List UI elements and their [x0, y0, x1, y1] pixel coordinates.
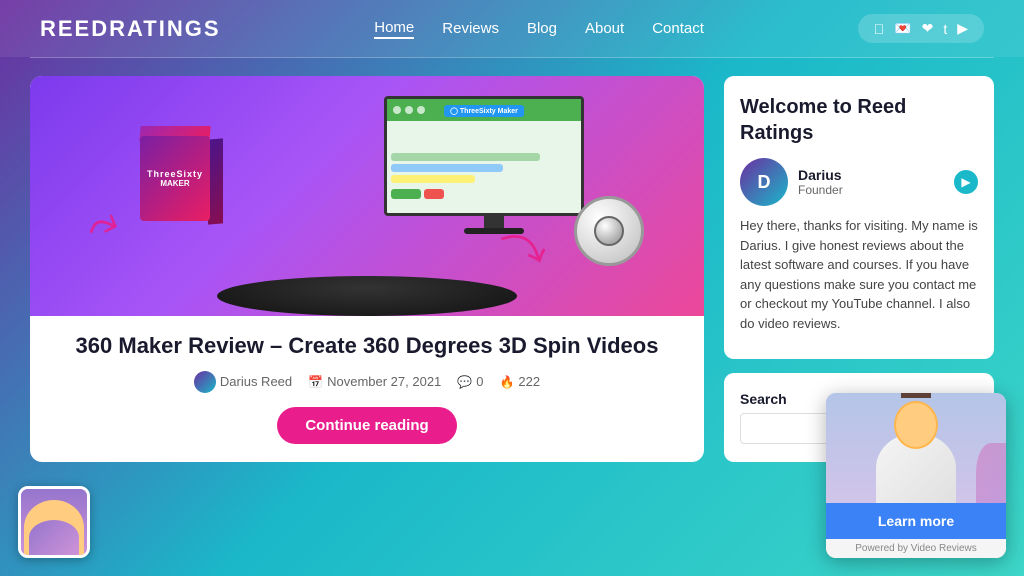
social-icons-bar:  💌 ❤ t ▶: [858, 14, 984, 43]
monitor-btn-green: [391, 189, 421, 199]
monitor-bar-2: [391, 164, 503, 172]
box-label: ThreeSixty MAKER: [147, 169, 203, 188]
monitor-stand: [484, 216, 504, 228]
pinterest-icon[interactable]: ❤: [922, 20, 934, 37]
logo-reed: ReedRatings: [40, 16, 221, 41]
article-meta: Darius Reed 📅 November 27, 2021 💬 0 🔥 22…: [52, 371, 682, 393]
author-badge: ▶: [954, 170, 978, 194]
nav-reviews[interactable]: Reviews: [442, 20, 499, 37]
video-thumbnail: [826, 393, 1006, 503]
comment-icon: 💬: [457, 375, 472, 389]
welcome-card: Welcome to Reed Ratings D Darius Founder…: [724, 76, 994, 359]
avatar-figure: [24, 500, 84, 555]
views-meta: 🔥 222: [499, 374, 540, 389]
box-front-face: ThreeSixty MAKER: [140, 136, 210, 221]
box-brand: ThreeSixty: [147, 169, 203, 179]
sidebar-description: Hey there, thanks for visiting. My name …: [740, 216, 978, 333]
box-side-face: [208, 138, 223, 224]
twitter-icon[interactable]: 💌: [894, 20, 911, 37]
product-box: ThreeSixty MAKER: [130, 126, 220, 226]
views-count: 222: [518, 374, 540, 389]
monitor-bar-1: [391, 153, 540, 161]
author-info: Darius Founder: [798, 167, 944, 197]
header: ReedRatings Home Reviews Blog About Cont…: [0, 0, 1024, 57]
monitor-bar-3: [391, 175, 475, 183]
monitor-base: [464, 228, 524, 234]
nav-contact[interactable]: Contact: [652, 20, 704, 37]
avatar-torso: [29, 520, 79, 555]
facebook-icon[interactable]: : [874, 21, 885, 37]
author-name-label: Darius: [798, 167, 944, 183]
comments-count: 0: [476, 374, 483, 389]
date-meta: 📅 November 27, 2021: [308, 374, 441, 389]
monitor-buttons: [391, 189, 577, 199]
author-name: Darius Reed: [220, 374, 292, 389]
person-head: [894, 401, 938, 449]
person-body: [876, 433, 956, 503]
author-meta: Darius Reed: [194, 371, 292, 393]
camera-sphere: [574, 196, 644, 266]
arrow-left-decoration: ⤶: [81, 197, 125, 259]
person-hair: [901, 393, 931, 398]
nav-about[interactable]: About: [585, 20, 624, 37]
author-role-label: Founder: [798, 183, 944, 197]
video-popup: Learn more Powered by Video Reviews: [826, 393, 1006, 558]
logo: ReedRatings: [40, 16, 221, 42]
box-product: MAKER: [147, 179, 203, 188]
learn-more-button[interactable]: Learn more: [826, 503, 1006, 539]
author-avatar: D: [740, 158, 788, 206]
welcome-title: Welcome to Reed Ratings: [740, 94, 978, 146]
article-image: ◯ ThreeSixty Maker: [30, 76, 704, 316]
article-body: 360 Maker Review – Create 360 Degrees 3D…: [30, 316, 704, 456]
article-card: ◯ ThreeSixty Maker: [30, 76, 704, 462]
calendar-icon: 📅: [308, 375, 323, 389]
camera-lens: [594, 216, 624, 246]
monitor-content: [387, 149, 581, 203]
video-person: [826, 393, 1006, 503]
tumblr-icon[interactable]: t: [943, 21, 947, 37]
continue-reading-button[interactable]: Continue reading: [277, 407, 456, 444]
bg-accent: [976, 443, 1006, 503]
fire-icon: 🔥: [499, 375, 514, 389]
nav-home[interactable]: Home: [374, 19, 414, 39]
article-date: November 27, 2021: [327, 374, 441, 389]
article-title: 360 Maker Review – Create 360 Degrees 3D…: [52, 332, 682, 361]
youtube-icon[interactable]: ▶: [957, 20, 968, 37]
floating-avatar: [18, 486, 90, 558]
author-avatar-small: [194, 371, 216, 393]
comments-meta: 💬 0: [457, 374, 483, 389]
nav-blog[interactable]: Blog: [527, 20, 557, 37]
main-nav: Home Reviews Blog About Contact: [374, 19, 704, 39]
article-image-inner: ◯ ThreeSixty Maker: [30, 76, 704, 316]
monitor-brand-label: ◯ ThreeSixty Maker: [444, 105, 524, 117]
monitor-btn-red: [424, 189, 444, 199]
author-row: D Darius Founder ▶: [740, 158, 978, 206]
monitor-screen: ◯ ThreeSixty Maker: [384, 96, 584, 216]
video-bg: [826, 393, 1006, 503]
product-monitor: ◯ ThreeSixty Maker: [384, 96, 604, 246]
product-stage: [217, 276, 517, 316]
powered-by-label: Powered by Video Reviews: [826, 539, 1006, 558]
floating-avatar-inner: [21, 489, 87, 555]
